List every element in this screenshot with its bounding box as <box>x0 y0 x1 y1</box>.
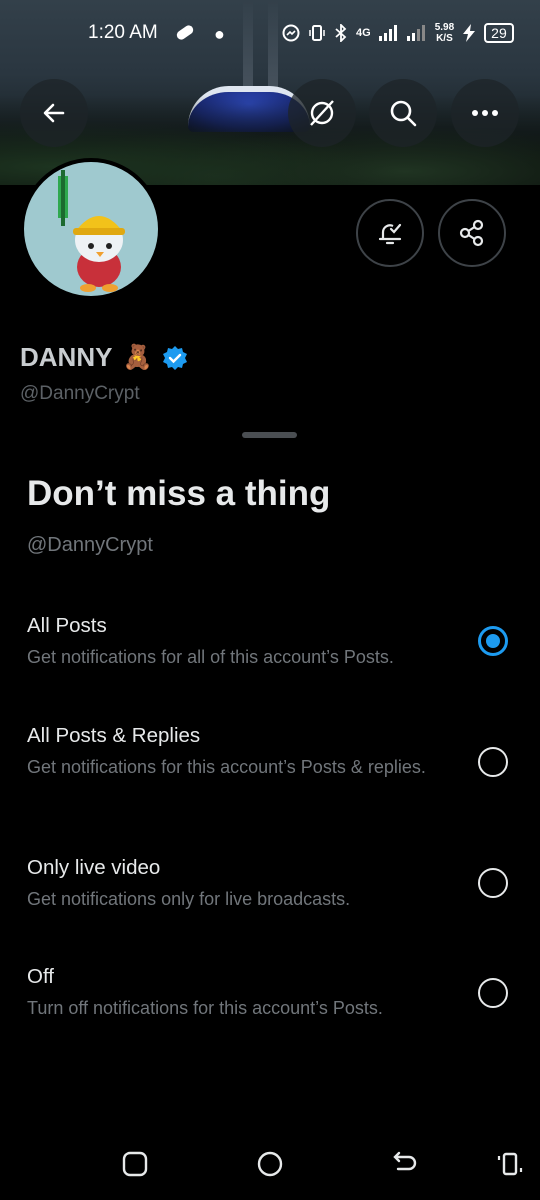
verified-badge-icon <box>163 345 188 370</box>
profile-name: DANNY 🧸 <box>20 342 188 373</box>
back-arrow-icon <box>43 103 65 123</box>
charging-icon <box>463 24 476 42</box>
system-nav-bar <box>0 1128 540 1200</box>
more-icon <box>472 110 498 116</box>
grok-button[interactable] <box>288 79 356 147</box>
share-button[interactable] <box>438 199 506 267</box>
option-description: Get notifications for all of this accoun… <box>27 647 394 667</box>
bell-check-icon <box>378 223 402 245</box>
option-label: All Posts <box>27 614 107 637</box>
messenger-icon <box>282 24 300 42</box>
network-label: 4G <box>356 27 371 39</box>
option-label: All Posts & Replies <box>27 724 201 747</box>
status-time: 1:20 AM <box>88 22 158 43</box>
rotate-icon[interactable] <box>496 1150 524 1178</box>
option-label: Only live video <box>27 856 161 879</box>
status-icons: 4G 5.98 K/S 29 <box>282 22 514 44</box>
option-description: Get notifications only for live broadcas… <box>27 889 351 909</box>
recents-icon[interactable] <box>121 1150 149 1178</box>
option-description: Get notifications for this account’s Pos… <box>27 757 426 777</box>
dot-icon: ● <box>214 24 225 44</box>
battery-level: 29 <box>484 23 514 43</box>
vibrate-icon <box>309 25 325 41</box>
sheet-grabber[interactable] <box>242 432 297 438</box>
notification-button[interactable] <box>356 199 424 267</box>
sheet-title: Don’t miss a thing <box>27 474 331 513</box>
notification-icon <box>175 23 195 42</box>
profile-handle: @DannyCrypt <box>20 383 140 404</box>
share-icon <box>459 219 484 247</box>
radio-all-posts-replies[interactable] <box>478 747 508 777</box>
signal-icon <box>378 25 397 41</box>
avatar[interactable] <box>20 158 162 300</box>
status-bar: 1:20 AM ● 4G 5.98 K/S 29 <box>0 0 540 66</box>
bear-emoji: 🧸 <box>122 344 153 371</box>
penguin-avatar-image <box>58 170 125 292</box>
grok-icon <box>310 100 334 126</box>
radio-off[interactable] <box>478 978 508 1008</box>
option-description: Turn off notifications for this account’… <box>27 998 383 1018</box>
radio-live-video[interactable] <box>478 868 508 898</box>
bluetooth-icon <box>335 24 347 42</box>
sheet-handle: @DannyCrypt <box>27 534 153 556</box>
profile-name-text: DANNY <box>20 342 113 372</box>
back-button[interactable] <box>20 79 88 147</box>
home-icon[interactable] <box>256 1150 284 1178</box>
radio-all-posts[interactable] <box>478 626 508 656</box>
more-button[interactable] <box>451 79 519 147</box>
option-label: Off <box>27 965 54 988</box>
network-speed: 5.98 K/S <box>434 22 455 44</box>
search-button[interactable] <box>369 79 437 147</box>
signal-icon-2 <box>406 25 425 41</box>
search-icon <box>390 100 417 127</box>
back-icon[interactable] <box>390 1150 418 1178</box>
